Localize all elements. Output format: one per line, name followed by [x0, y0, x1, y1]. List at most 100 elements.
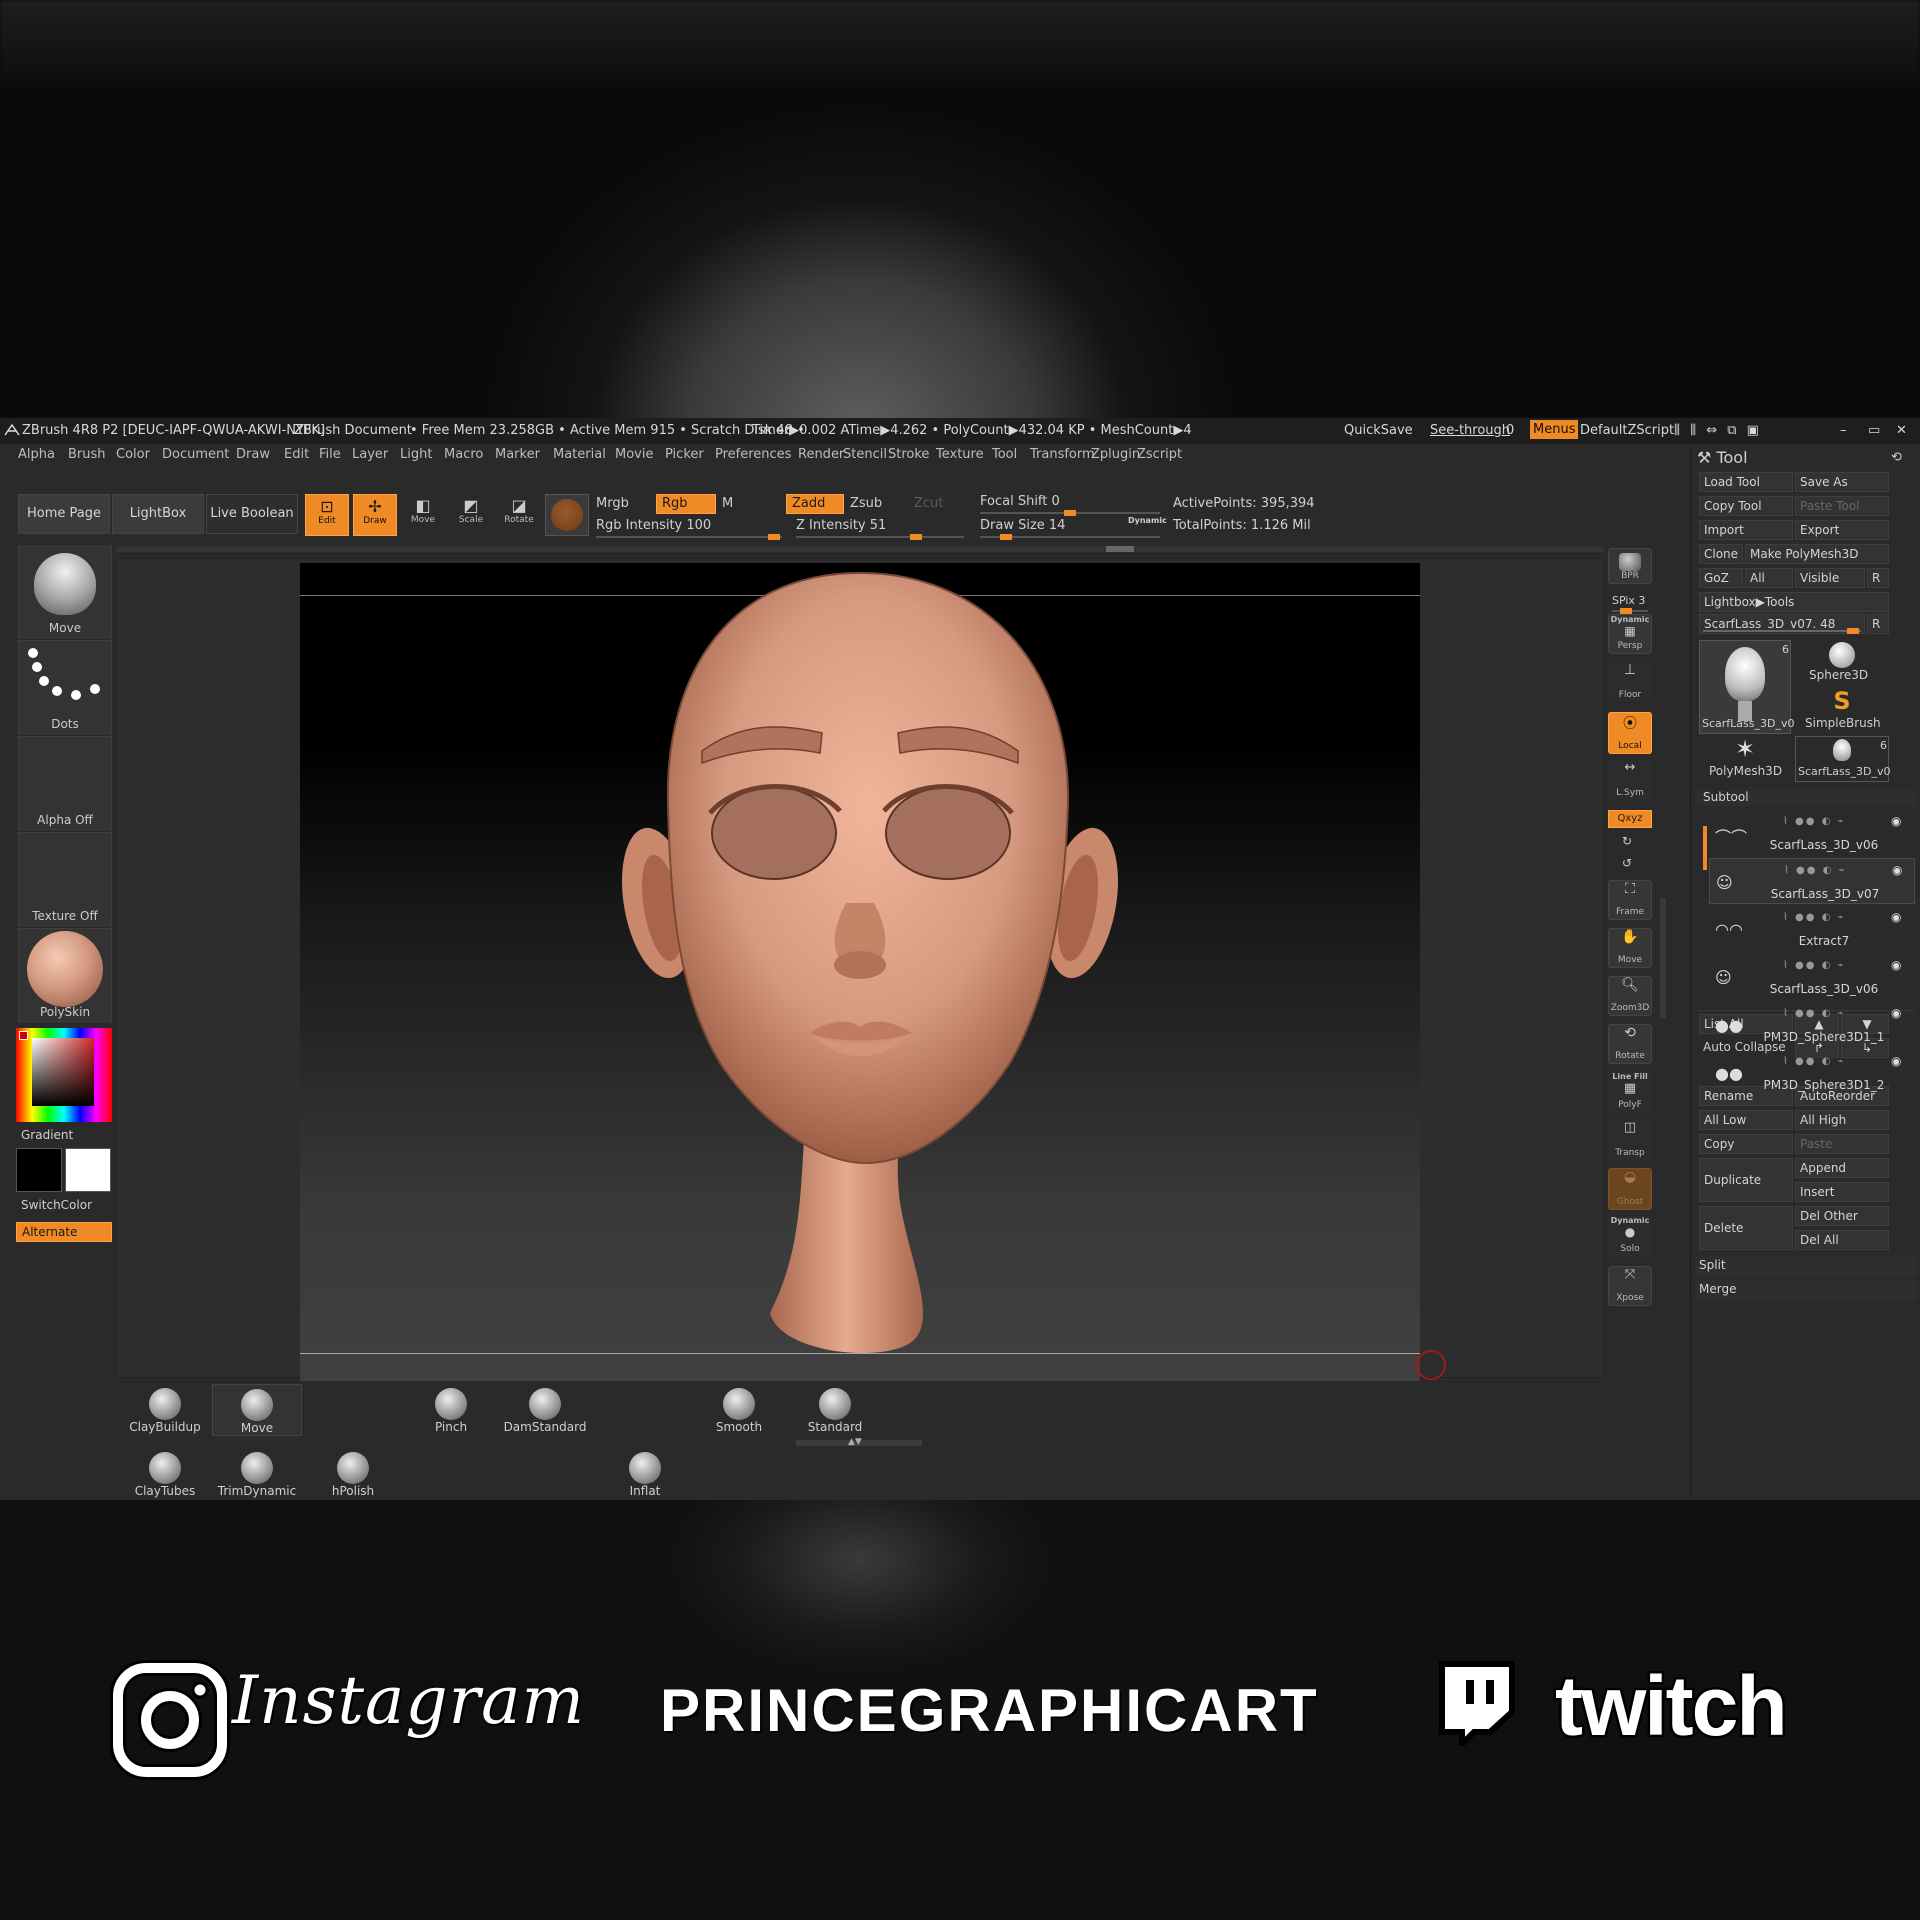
visibility-eye-icon[interactable]: ◉ [1891, 958, 1901, 972]
brush-move[interactable]: Move [212, 1384, 302, 1436]
tool-thumb-simplebrush[interactable]: S SimpleBrush [1795, 688, 1889, 734]
main-color-swatch[interactable] [16, 1148, 62, 1192]
menu-texture[interactable]: Texture [936, 447, 984, 462]
default-zscript-button[interactable]: DefaultZScript [1580, 423, 1674, 438]
quicksave-button[interactable]: QuickSave [1344, 423, 1413, 438]
brush-damstandard[interactable]: DamStandard [500, 1384, 590, 1436]
menu-picker[interactable]: Picker [665, 447, 704, 462]
stroke-selector[interactable]: Dots [18, 640, 112, 734]
minimize-icon[interactable]: – [1840, 423, 1847, 438]
insert-button[interactable]: Insert [1795, 1182, 1889, 1202]
xyz-button[interactable]: Qxyz [1608, 810, 1652, 828]
del-all-button[interactable]: Del All [1795, 1230, 1889, 1250]
secondary-color-swatch[interactable] [65, 1148, 111, 1192]
zadd-button[interactable]: Zadd [786, 494, 844, 514]
menu-zscript[interactable]: Zscript [1137, 447, 1182, 462]
viewport-canvas[interactable] [300, 563, 1420, 1381]
draw-size-slider[interactable] [980, 534, 1160, 540]
bpr-render-button[interactable]: BPR [1608, 548, 1652, 584]
menu-material[interactable]: Material [553, 447, 606, 462]
subtool-item[interactable]: ☺ ⌇ ●● ◐ ⌁ ◉ ScarfLass_3D_v07 [1709, 858, 1915, 904]
goz-button[interactable]: GoZ [1699, 568, 1743, 588]
subtool-item[interactable]: ◠◠ ⌇ ●● ◐ ⌁ ◉ Extract7 [1709, 906, 1915, 952]
floor-button[interactable]: ⊥ Floor [1608, 662, 1652, 702]
all-low-button[interactable]: All Low [1699, 1110, 1793, 1130]
rgb-button[interactable]: Rgb [656, 494, 716, 514]
visibility-eye-icon[interactable]: ◉ [1891, 1006, 1901, 1020]
subtool-toggle-icons[interactable]: ⌇ ●● ◐ ⌁ [1784, 865, 1847, 876]
focal-shift-label[interactable]: Focal Shift 0 [980, 494, 1060, 509]
save-as-button[interactable]: Save As [1795, 472, 1889, 492]
top-scroll-strip[interactable] [116, 546, 1604, 552]
rotate-mode-button[interactable]: ◪ Rotate [497, 494, 541, 536]
tool-thumb-polymesh3d[interactable]: ✶ PolyMesh3D [1699, 736, 1791, 782]
all-high-button[interactable]: All High [1795, 1110, 1889, 1130]
polyf-button[interactable]: Line Fill ▦ PolyF [1608, 1072, 1652, 1112]
goz-all-button[interactable]: All [1745, 568, 1793, 588]
texture-selector[interactable]: Texture Off [18, 832, 112, 926]
subtool-item[interactable]: ●● ⌇ ●● ◐ ⌁ ◉ PM3D_Sphere3D1_2 [1709, 1050, 1915, 1096]
load-tool-button[interactable]: Load Tool [1699, 472, 1793, 492]
brush-inflat[interactable]: Inflat [600, 1448, 690, 1500]
brush-pinch[interactable]: Pinch [406, 1384, 496, 1436]
xpose-button[interactable]: ⤧ Xpose [1608, 1266, 1652, 1306]
color-picker-square[interactable] [32, 1038, 94, 1106]
menu-macro[interactable]: Macro [444, 447, 483, 462]
focal-shift-slider[interactable] [980, 510, 1160, 516]
gradient-label[interactable]: Gradient [21, 1128, 73, 1142]
color-picker[interactable] [16, 1028, 112, 1122]
menu-color[interactable]: Color [116, 447, 150, 462]
menu-render[interactable]: Render [798, 447, 844, 462]
live-boolean-button[interactable]: Live Boolean [206, 494, 298, 534]
visibility-eye-icon[interactable]: ◉ [1892, 863, 1902, 877]
menu-stroke[interactable]: Stroke [888, 447, 929, 462]
alpha-selector[interactable]: Alpha Off [18, 736, 112, 830]
zcut-button[interactable]: Zcut [914, 496, 943, 511]
duplicate-button[interactable]: Duplicate [1699, 1158, 1793, 1202]
rgb-intensity-label[interactable]: Rgb Intensity 100 [596, 518, 711, 533]
rotate-view-button[interactable]: ⟲ Rotate [1608, 1024, 1652, 1064]
home-page-button[interactable]: Home Page [18, 494, 110, 534]
menu-marker[interactable]: Marker [495, 447, 540, 462]
top-scroll-handle[interactable] [1106, 546, 1134, 552]
zoom3d-button[interactable]: 🔍︎ Zoom3D [1608, 976, 1652, 1016]
brush-smooth[interactable]: Smooth [694, 1384, 784, 1436]
menu-document[interactable]: Document [162, 447, 229, 462]
menu-edit[interactable]: Edit [284, 447, 309, 462]
menu-stencil[interactable]: Stencil [843, 447, 887, 462]
alternate-button[interactable]: Alternate [16, 1222, 112, 1242]
import-button[interactable]: Import [1699, 520, 1793, 540]
tool-thumb-scarflass-2[interactable]: 6 ScarfLass_3D_v0 [1795, 736, 1890, 782]
ghost-button[interactable]: ◒ Ghost [1608, 1168, 1652, 1210]
menu-file[interactable]: File [319, 447, 341, 462]
delete-button[interactable]: Delete [1699, 1206, 1793, 1250]
menus-button[interactable]: Menus [1530, 420, 1579, 439]
persp-button[interactable]: Dynamic ▦ Persp [1608, 614, 1652, 654]
current-tool-slider-track[interactable] [1703, 628, 1861, 634]
copy-subtool-button[interactable]: Copy [1699, 1134, 1793, 1154]
draw-button[interactable]: ✢ Draw [353, 494, 397, 536]
menu-preferences[interactable]: Preferences [715, 447, 791, 462]
subtool-item[interactable]: ☺ ⌇ ●● ◐ ⌁ ◉ ScarfLass_3D_v06 [1709, 954, 1915, 1000]
menu-draw[interactable]: Draw [236, 447, 270, 462]
menu-tool[interactable]: Tool [992, 447, 1017, 462]
clone-button[interactable]: Clone [1699, 544, 1743, 564]
z-intensity-slider[interactable] [796, 534, 964, 540]
solo-button[interactable]: Dynamic ● Solo [1608, 1216, 1652, 1256]
brush-hpolish[interactable]: hPolish [308, 1448, 398, 1500]
menu-movie[interactable]: Movie [615, 447, 653, 462]
menu-transform[interactable]: Transform [1030, 447, 1095, 462]
menu-brush[interactable]: Brush [68, 447, 106, 462]
window-controls-icon[interactable]: ⫼ ⫼ ⇔ ⧉ ▣ [1674, 423, 1762, 438]
material-selector[interactable]: PolySkin [18, 928, 112, 1022]
brush-shelf-scroll[interactable]: ▲▼ [796, 1437, 922, 1447]
paste-subtool-button[interactable]: Paste [1795, 1134, 1889, 1154]
copy-tool-button[interactable]: Copy Tool [1699, 496, 1793, 516]
append-button[interactable]: Append [1795, 1158, 1889, 1178]
scale-mode-button[interactable]: ◩ Scale [449, 494, 493, 536]
subtool-toggle-icons[interactable]: ⌇ ●● ◐ ⌁ [1783, 1056, 1846, 1067]
brush-standard[interactable]: Standard [790, 1384, 880, 1436]
paste-tool-button[interactable]: Paste Tool [1795, 496, 1889, 516]
current-tool-r-button[interactable]: R [1867, 614, 1889, 634]
brush-selector[interactable]: Move [18, 546, 112, 638]
